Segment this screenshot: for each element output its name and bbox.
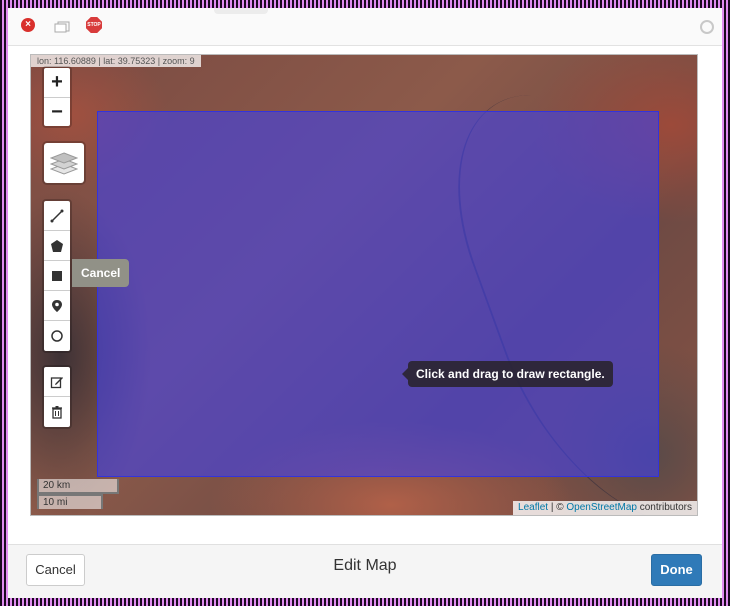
draw-cancel-button[interactable]: Cancel (72, 259, 130, 287)
cancel-button[interactable]: Cancel (26, 554, 85, 586)
circle-icon (51, 330, 63, 342)
delete-layers-button[interactable] (44, 397, 70, 427)
dialog-footer: Cancel Edit Map Done (8, 544, 722, 598)
map-canvas[interactable]: lon: 116.60889 | lat: 39.75323 | zoom: 9… (30, 54, 698, 516)
tabs-icon[interactable] (54, 20, 70, 33)
zoom-control: + − (42, 66, 72, 128)
edit-layers-button[interactable] (44, 367, 70, 397)
draw-marker-button[interactable] (44, 291, 70, 321)
edit-toolbar (42, 365, 72, 429)
marker-icon (52, 299, 62, 312)
dialog-frame: × STOP lon: 116.60889 | lat: 39.75323 | … (8, 8, 722, 598)
draw-rectangle-button[interactable] (44, 261, 70, 291)
zoom-out-button[interactable]: − (44, 97, 70, 126)
scale-mi: 10 mi (37, 494, 103, 509)
rectangle-icon (52, 270, 62, 281)
browser-toolbar: × STOP (8, 8, 722, 46)
attribution: Leaflet | © OpenStreetMap contributors (513, 501, 697, 515)
layers-icon (50, 152, 78, 175)
polyline-icon (50, 209, 64, 222)
trash-icon (52, 406, 62, 419)
stop-icon[interactable]: STOP (86, 17, 102, 33)
draw-toolbar (42, 199, 72, 353)
draw-circle-button[interactable] (44, 321, 70, 351)
refresh-icon[interactable] (700, 20, 714, 34)
draw-polyline-button[interactable] (44, 201, 70, 231)
scale-control: 20 km 10 mi (37, 479, 119, 509)
edit-icon (50, 376, 63, 388)
attribution-suffix: contributors (636, 502, 692, 513)
draw-tooltip: Click and drag to draw rectangle. (402, 361, 613, 387)
osm-link[interactable]: OpenStreetMap (566, 502, 637, 513)
layers-button[interactable] (42, 141, 86, 185)
scale-km: 20 km (37, 479, 119, 494)
tab-strip (214, 8, 268, 14)
drawn-rectangle[interactable] (97, 111, 659, 477)
done-button[interactable]: Done (651, 554, 702, 586)
draw-polygon-button[interactable] (44, 231, 70, 261)
close-icon[interactable]: × (21, 18, 35, 32)
polygon-icon (51, 239, 63, 252)
attribution-separator: | © (548, 502, 567, 513)
leaflet-link[interactable]: Leaflet (518, 502, 548, 513)
dialog-title: Edit Map (333, 557, 397, 574)
zoom-in-button[interactable]: + (44, 68, 70, 97)
